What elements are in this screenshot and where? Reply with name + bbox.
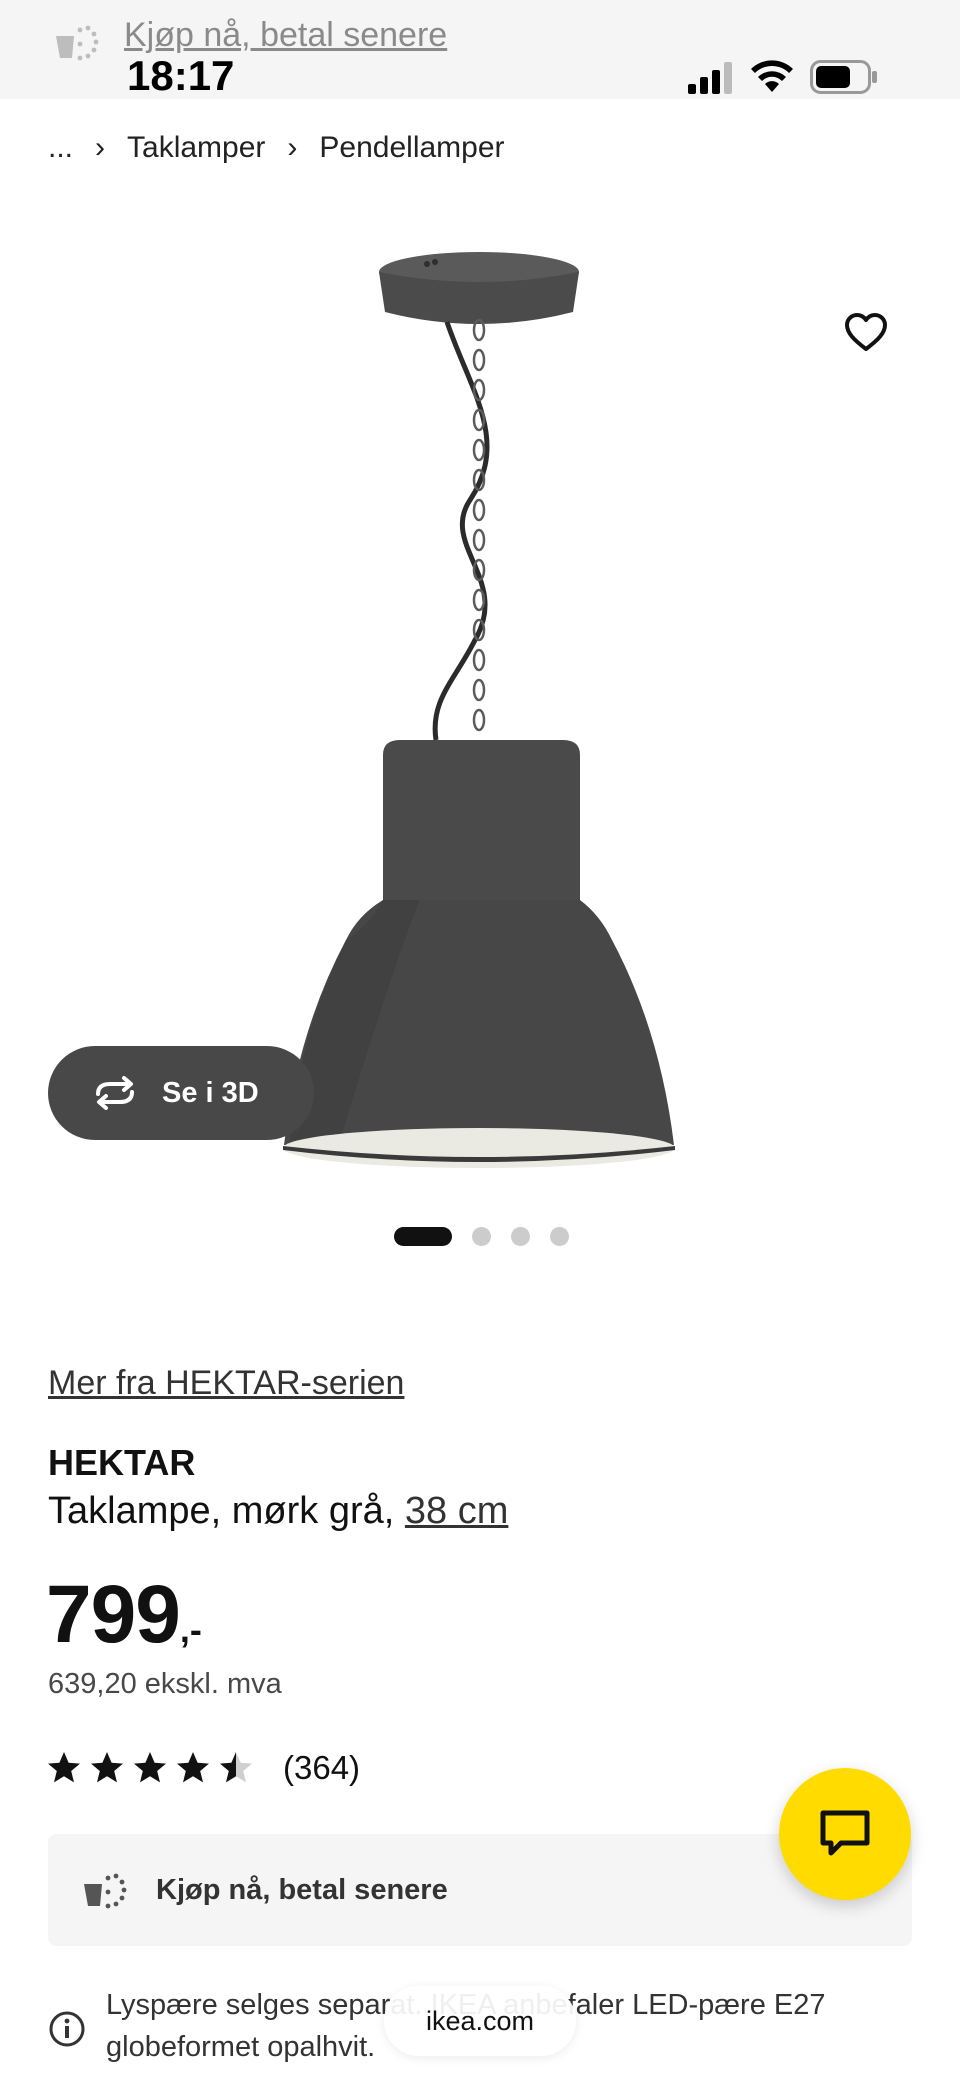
rating-count: (364) — [283, 1749, 361, 1786]
view-3d-button[interactable]: Se i 3D — [48, 1046, 314, 1140]
chevron-right-icon: › — [287, 131, 298, 164]
carousel-dot[interactable] — [550, 1226, 569, 1246]
star-full-icon — [48, 1752, 80, 1783]
status-time: 18:17 — [127, 52, 235, 99]
product-type: Taklampe, mørk grå, — [48, 1490, 395, 1532]
wishlist-button[interactable] — [822, 288, 910, 376]
status-bar: Kjøp nå, betal senere 18:17 — [0, 0, 960, 99]
price: 799,- — [46, 1568, 202, 1662]
chat-button[interactable] — [779, 1768, 911, 1900]
price-suffix: ,- — [179, 1609, 202, 1650]
breadcrumb: ... › Taklamper › Pendellamper — [48, 128, 505, 168]
breadcrumb-ellipsis[interactable]: ... — [48, 131, 73, 165]
wifi-icon — [751, 60, 793, 92]
carousel-dot[interactable] — [472, 1226, 491, 1246]
price-integer: 799 — [46, 1569, 181, 1660]
battery-icon — [810, 60, 877, 94]
product-description: Taklampe, mørk grå, 38 cm — [48, 1490, 508, 1533]
price-excl-vat: 639,20 ekskl. mva — [48, 1668, 282, 1700]
rotate-3d-icon — [96, 1076, 134, 1110]
star-full-icon — [134, 1752, 166, 1783]
cellular-signal-icon — [688, 62, 732, 94]
carousel-dot-active[interactable] — [394, 1226, 452, 1246]
buy-now-pay-later-label: Kjøp nå, betal senere — [156, 1873, 448, 1906]
star-full-icon — [177, 1752, 209, 1783]
heart-icon — [845, 313, 887, 351]
bag-installments-icon — [84, 1873, 127, 1909]
series-link[interactable]: Mer fra HEKTAR-serien — [48, 1364, 404, 1403]
star-full-icon — [91, 1752, 123, 1783]
browser-url-pill[interactable]: ikea.com — [384, 1986, 576, 2056]
chevron-right-icon: › — [95, 131, 106, 164]
rating[interactable]: (364) — [46, 1746, 360, 1790]
promo-link[interactable]: Kjøp nå, betal senere — [124, 16, 447, 55]
breadcrumb-item-pendellamper[interactable]: Pendellamper — [319, 131, 504, 165]
image-carousel-indicator — [394, 1226, 569, 1246]
chat-bubble-icon — [820, 1810, 870, 1856]
size-link[interactable]: 38 cm — [405, 1490, 508, 1532]
carousel-dot[interactable] — [511, 1226, 530, 1246]
star-half-icon — [220, 1752, 252, 1783]
bag-installments-icon — [56, 25, 99, 61]
info-icon — [49, 2011, 85, 2047]
view-3d-label: Se i 3D — [162, 1076, 259, 1109]
breadcrumb-item-taklamper[interactable]: Taklamper — [127, 131, 265, 165]
product-name: HEKTAR — [48, 1442, 196, 1483]
